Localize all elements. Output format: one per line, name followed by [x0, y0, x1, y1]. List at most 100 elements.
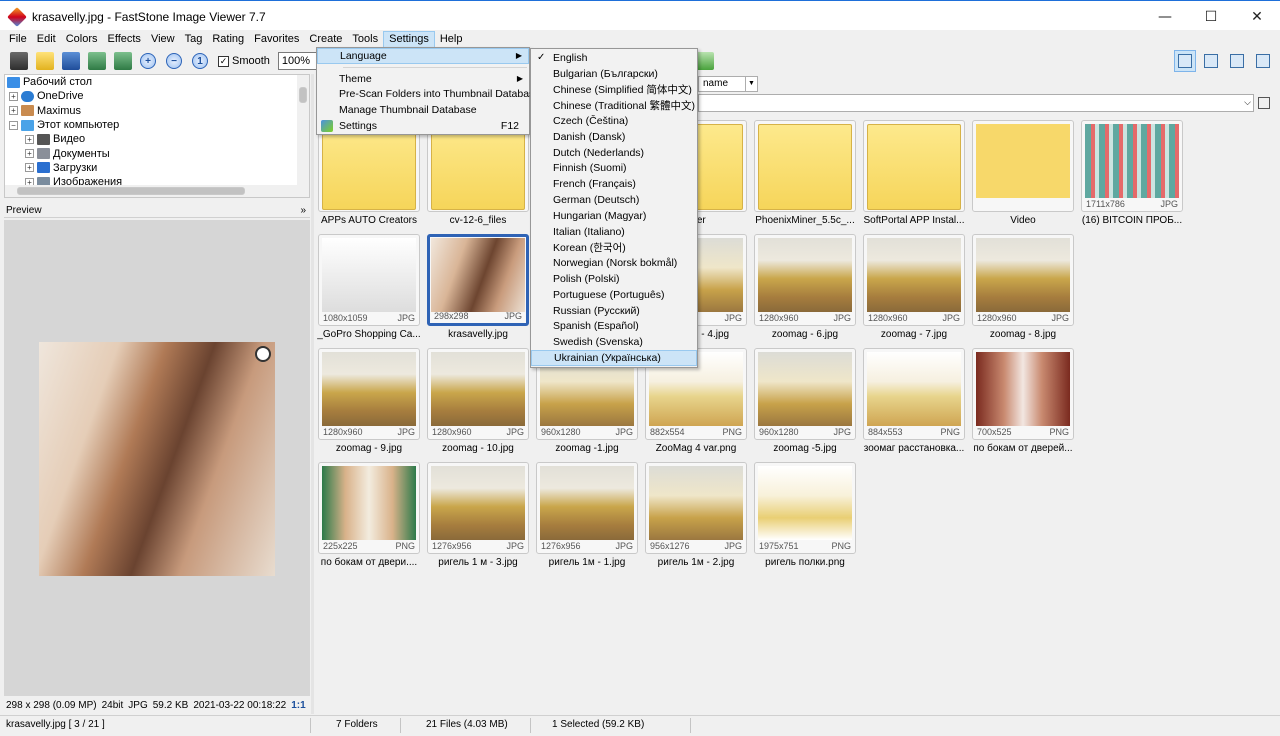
menu-rating[interactable]: Rating — [207, 32, 249, 47]
menu-edit[interactable]: Edit — [32, 32, 61, 47]
language-option[interactable]: Portuguese (Português) — [531, 287, 697, 303]
zoom-in-icon[interactable]: + — [140, 53, 156, 69]
tree-item-video[interactable]: + Видео — [5, 132, 309, 146]
thumbnail-image[interactable]: 700x525 PNG — [972, 348, 1074, 440]
expand-icon[interactable]: + — [25, 134, 34, 144]
tree-item-onedrive[interactable]: + OneDrive — [5, 89, 309, 103]
preview-image[interactable] — [39, 342, 275, 576]
menu-item-language[interactable]: Language ▶ — [317, 48, 529, 64]
language-option[interactable]: German (Deutsch) — [531, 192, 697, 208]
thumbnail-image[interactable]: 1280x960 JPG — [318, 348, 420, 440]
language-option[interactable]: Swedish (Svenska) — [531, 334, 697, 350]
expand-icon[interactable]: + — [9, 91, 18, 101]
menu-create[interactable]: Create — [304, 32, 347, 47]
thumbnail-image[interactable]: 1276x956 JPG — [536, 462, 638, 554]
thumbnail-caption[interactable]: _GoPro Shopping Ca... — [314, 329, 424, 340]
tree-item-documents[interactable]: + Документы — [5, 146, 309, 160]
language-option[interactable]: Chinese (Simplified 简体中文) — [531, 82, 697, 98]
thumbnail-caption[interactable]: (16) BITCOIN ПРОБ... — [1077, 215, 1187, 226]
thumbnail-image[interactable] — [972, 120, 1074, 212]
menu-colors[interactable]: Colors — [61, 32, 103, 47]
thumbnail-image[interactable]: 1080x1059 JPG — [318, 234, 420, 326]
collapse-icon[interactable]: − — [9, 120, 18, 130]
thumbnail-image[interactable]: 1975x751 PNG — [754, 462, 856, 554]
calendar-icon[interactable] — [1258, 97, 1270, 109]
thumbnail-caption[interactable]: zoomag -5.jpg — [750, 443, 860, 454]
thumbnail-caption[interactable]: по бокам от дверей... — [968, 443, 1078, 454]
thumbnail-caption[interactable]: ригель 1 м - 3.jpg — [423, 557, 533, 568]
actual-size-button[interactable]: 1:1 — [291, 700, 305, 711]
language-option[interactable]: Polish (Polski) — [531, 271, 697, 287]
export-icon[interactable] — [88, 52, 106, 70]
thumbnail-caption[interactable]: ZooMag 4 var.png — [641, 443, 751, 454]
thumbnail-image[interactable]: 1280x960 JPG — [863, 234, 965, 326]
thumbnail-caption[interactable]: по бокам от двери.... — [314, 557, 424, 568]
menu-item-settings[interactable]: Settings F12 — [317, 118, 529, 134]
actual-size-icon[interactable]: 1 — [192, 53, 208, 69]
thumbnail-image[interactable]: 298x298 JPG — [427, 234, 529, 326]
collapse-preview-icon[interactable]: » — [300, 205, 306, 216]
thumbnail-image[interactable]: 960x1280 JPG — [754, 348, 856, 440]
scrollbar-thumb[interactable] — [17, 187, 245, 195]
thumbnail-folder[interactable] — [863, 120, 965, 212]
tree-horizontal-scrollbar[interactable] — [5, 185, 309, 197]
menu-view[interactable]: View — [146, 32, 180, 47]
language-option[interactable]: Czech (Čeština) — [531, 113, 697, 129]
minimize-button[interactable]: — — [1142, 1, 1188, 32]
menu-file[interactable]: File — [4, 32, 32, 47]
menu-item-manage-db[interactable]: Manage Thumbnail Database — [317, 102, 529, 118]
scrollbar-thumb[interactable] — [299, 87, 307, 103]
thumbnail-caption[interactable]: Video — [968, 215, 1078, 226]
camera-icon[interactable] — [10, 52, 28, 70]
thumbnail-image[interactable]: 225x225 PNG — [318, 462, 420, 554]
thumbnail-caption[interactable]: zoomag - 10.jpg — [423, 443, 533, 454]
maximize-button[interactable]: ☐ — [1188, 1, 1234, 32]
thumbnail-caption[interactable]: zoomag -1.jpg — [532, 443, 642, 454]
tree-item-desktop[interactable]: Рабочий стол — [5, 75, 309, 89]
tree-item-this-pc[interactable]: − Этот компьютер — [5, 118, 309, 132]
tree-vertical-scrollbar[interactable] — [297, 75, 309, 185]
language-option[interactable]: Chinese (Traditional 繁體中文) — [531, 97, 697, 113]
menu-tag[interactable]: Tag — [180, 32, 208, 47]
thumbnail-image[interactable]: 956x1276 JPG — [645, 462, 747, 554]
menu-help[interactable]: Help — [435, 32, 468, 47]
language-option[interactable]: Hungarian (Magyar) — [531, 208, 697, 224]
thumbnail-caption[interactable]: ригель 1м - 1.jpg — [532, 557, 642, 568]
thumbnail-caption[interactable]: APPs AUTO Creators — [314, 215, 424, 226]
zoom-out-icon[interactable]: − — [166, 53, 182, 69]
tree-item-downloads[interactable]: + Загрузки — [5, 161, 309, 175]
preview-view-button[interactable] — [1200, 50, 1222, 72]
sort-select[interactable]: name ▼ — [698, 76, 758, 92]
thumbnail-caption[interactable]: zoomag - 8.jpg — [968, 329, 1078, 340]
language-option[interactable]: Italian (Italiano) — [531, 224, 697, 240]
browser-view-button[interactable] — [1226, 50, 1248, 72]
thumbnail-image[interactable]: 1711x786 JPG — [1081, 120, 1183, 212]
save-icon[interactable] — [62, 52, 80, 70]
thumbnail-caption[interactable]: zoomag - 9.jpg — [314, 443, 424, 454]
language-option[interactable]: Bulgarian (Български) — [531, 66, 697, 82]
menu-settings[interactable]: Settings — [383, 30, 435, 48]
thumbnail-image[interactable]: 1280x960 JPG — [754, 234, 856, 326]
thumbnail-caption[interactable]: PhoenixMiner_5.5c_... — [750, 215, 860, 226]
tag-icon[interactable] — [696, 52, 714, 70]
language-option[interactable]: Ukrainian (Українська) — [531, 350, 697, 366]
language-option[interactable]: ✓ English — [531, 50, 697, 66]
thumbnail-caption[interactable]: зоомаг расстановка... — [859, 443, 969, 454]
language-option[interactable]: Russian (Русский) — [531, 303, 697, 319]
thumbnail-caption[interactable]: ригель полки.png — [750, 557, 860, 568]
fullscreen-view-button[interactable] — [1252, 50, 1274, 72]
thumbnail-image[interactable]: 1280x960 JPG — [972, 234, 1074, 326]
language-option[interactable]: Korean (한국어) — [531, 240, 697, 256]
thumbnail-caption[interactable]: cv-12-6_files — [423, 215, 533, 226]
thumbnail-caption[interactable]: SoftPortal APP Instal... — [859, 215, 969, 226]
menu-item-prescan[interactable]: Pre-Scan Folders into Thumbnail Database — [317, 87, 540, 103]
smooth-checkbox[interactable]: ✓ Smooth — [218, 55, 270, 67]
thumbnail-caption[interactable]: ригель 1м - 2.jpg — [641, 557, 751, 568]
language-option[interactable]: Finnish (Suomi) — [531, 161, 697, 177]
thumbnail-caption[interactable]: zoomag - 6.jpg — [750, 329, 860, 340]
menu-effects[interactable]: Effects — [103, 32, 146, 47]
slideshow-icon[interactable] — [114, 52, 132, 70]
thumbnail-caption[interactable]: krasavelly.jpg — [423, 329, 533, 340]
language-option[interactable]: Dutch (Nederlands) — [531, 145, 697, 161]
thumbnail-folder[interactable] — [754, 120, 856, 212]
